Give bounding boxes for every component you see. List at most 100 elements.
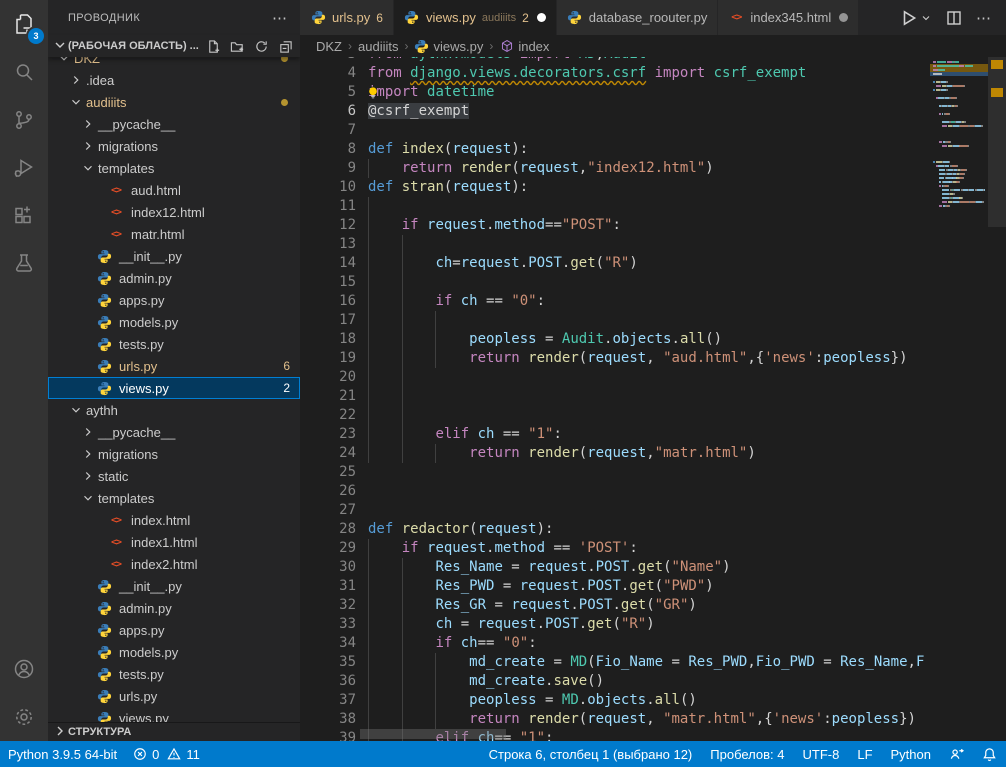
minimap[interactable] (930, 57, 988, 741)
tree-item-aud.html[interactable]: <>aud.html (48, 179, 300, 201)
tree-item-__init__.py[interactable]: __init__.py (48, 245, 300, 267)
tree-item-index1.html[interactable]: <>index1.html (48, 531, 300, 553)
tree-item-__init__.py[interactable]: __init__.py (48, 575, 300, 597)
new-file-icon[interactable] (204, 37, 222, 55)
tree-item-index2.html[interactable]: <>index2.html (48, 553, 300, 575)
tree-item-migrations[interactable]: migrations (48, 135, 300, 157)
code-line-20[interactable]: 20 (300, 368, 930, 387)
code-line-9[interactable]: 9 return render(request,"index12.html") (300, 159, 930, 178)
code-line-38[interactable]: 38 return render(request, "matr.html",{'… (300, 710, 930, 729)
code-line-29[interactable]: 29 if request.method == 'POST': (300, 539, 930, 558)
activity-settings-button[interactable] (0, 693, 48, 741)
tree-item-migrations[interactable]: migrations (48, 443, 300, 465)
tree-item-templates[interactable]: templates (48, 487, 300, 509)
tree-item-audiiits[interactable]: audiiits (48, 91, 300, 113)
tree-item-DKZ[interactable]: DKZ (48, 57, 300, 69)
code-line-37[interactable]: 37 peopless = MD.objects.all() (300, 691, 930, 710)
code-line-24[interactable]: 24 return render(request,"matr.html") (300, 444, 930, 463)
code-line-22[interactable]: 22 (300, 406, 930, 425)
code-line-30[interactable]: 30 Res_Name = request.POST.get("Name") (300, 558, 930, 577)
code-line-12[interactable]: 12 if request.method=="POST": (300, 216, 930, 235)
activity-search-button[interactable] (0, 48, 48, 96)
python-interpreter-indicator[interactable]: Python 3.9.5 64-bit (0, 741, 125, 767)
tree-item-models.py[interactable]: models.py (48, 311, 300, 333)
overview-ruler[interactable] (988, 57, 1006, 741)
code-line-35[interactable]: 35 md_create = MD(Fio_Name = Res_PWD,Fio… (300, 653, 930, 672)
run-python-file-button[interactable] (900, 9, 932, 27)
code-editor[interactable]: 3from aythh.models import MD,Audit4from … (300, 57, 930, 741)
tree-item-admin.py[interactable]: admin.py (48, 597, 300, 619)
code-line-4[interactable]: 4from django.views.decorators.csrf impor… (300, 64, 930, 83)
explorer-more-icon[interactable]: ⋯ (272, 9, 288, 27)
activity-run-debug-button[interactable] (0, 144, 48, 192)
code-line-10[interactable]: 10def stran(request): (300, 178, 930, 197)
code-line-26[interactable]: 26 (300, 482, 930, 501)
workspace-section-header[interactable]: (РАБОЧАЯ ОБЛАСТЬ) ... (48, 35, 300, 57)
tree-item-urls.py[interactable]: urls.py (48, 685, 300, 707)
tree-item-aythh[interactable]: aythh (48, 399, 300, 421)
activity-testing-button[interactable] (0, 240, 48, 288)
activity-extensions-button[interactable] (0, 192, 48, 240)
indentation-indicator[interactable]: Пробелов: 4 (701, 741, 793, 767)
cursor-position[interactable]: Строка 6, столбец 1 (выбрано 12) (480, 741, 702, 767)
tab-database_roouter.py[interactable]: database_roouter.py (557, 0, 719, 35)
tree-item-static[interactable]: static (48, 465, 300, 487)
breadcrumb-item-file[interactable]: views.py (433, 39, 483, 54)
code-line-21[interactable]: 21 (300, 387, 930, 406)
tree-item-apps.py[interactable]: apps.py (48, 619, 300, 641)
tree-item-urls.py[interactable]: urls.py6 (48, 355, 300, 377)
code-line-3[interactable]: 3from aythh.models import MD,Audit (300, 57, 930, 64)
code-line-32[interactable]: 32 Res_GR = request.POST.get("GR") (300, 596, 930, 615)
tree-item-tests.py[interactable]: tests.py (48, 663, 300, 685)
refresh-icon[interactable] (252, 37, 270, 55)
tree-item-index.html[interactable]: <>index.html (48, 509, 300, 531)
tab-views.py[interactable]: views.pyaudiiits2 (394, 0, 557, 35)
code-line-14[interactable]: 14 ch=request.POST.get("R") (300, 254, 930, 273)
tree-item-.idea[interactable]: .idea (48, 69, 300, 91)
encoding-indicator[interactable]: UTF-8 (794, 741, 849, 767)
code-line-15[interactable]: 15 (300, 273, 930, 292)
language-mode[interactable]: Python (882, 741, 940, 767)
code-line-33[interactable]: 33 ch = request.POST.get("R") (300, 615, 930, 634)
breadcrumb-item-folder[interactable]: audiiits (358, 39, 398, 54)
structure-section-header[interactable]: СТРУКТУРА (48, 722, 300, 741)
tab-index345.html[interactable]: <>index345.html (718, 0, 859, 35)
problems-indicator[interactable]: 0 11 (125, 741, 208, 767)
code-line-27[interactable]: 27 (300, 501, 930, 520)
tree-item-views.py[interactable]: views.py (48, 707, 300, 722)
vertical-scrollbar[interactable] (988, 57, 1006, 227)
tree-item-views.py[interactable]: views.py2 (48, 377, 300, 399)
collapse-all-icon[interactable] (276, 37, 294, 55)
code-line-11[interactable]: 11 (300, 197, 930, 216)
activity-source-control-button[interactable] (0, 96, 48, 144)
code-line-5[interactable]: 5import datetime (300, 83, 930, 102)
editor-more-actions-button[interactable]: ⋯ (976, 9, 992, 27)
code-line-23[interactable]: 23 elif ch == "1": (300, 425, 930, 444)
activity-explorer-button[interactable]: 3 (0, 0, 48, 48)
split-editor-button[interactable] (946, 10, 962, 26)
tree-item-__pycache__[interactable]: __pycache__ (48, 113, 300, 135)
eol-indicator[interactable]: LF (848, 741, 881, 767)
tree-item-matr.html[interactable]: <>matr.html (48, 223, 300, 245)
tree-item-index12.html[interactable]: <>index12.html (48, 201, 300, 223)
code-line-16[interactable]: 16 if ch == "0": (300, 292, 930, 311)
code-line-25[interactable]: 25 (300, 463, 930, 482)
new-folder-icon[interactable] (228, 37, 246, 55)
feedback-icon[interactable] (940, 741, 973, 767)
tab-urls.py[interactable]: urls.py6 (300, 0, 394, 35)
dirty-indicator-icon[interactable] (537, 13, 546, 22)
notifications-bell-icon[interactable] (973, 741, 1006, 767)
tree-item-apps.py[interactable]: apps.py (48, 289, 300, 311)
tree-item-templates[interactable]: templates (48, 157, 300, 179)
tree-item-admin.py[interactable]: admin.py (48, 267, 300, 289)
code-line-7[interactable]: 7 (300, 121, 930, 140)
horizontal-scrollbar[interactable] (360, 729, 506, 739)
code-line-6[interactable]: 6@csrf_exempt (300, 102, 930, 121)
code-line-13[interactable]: 13 (300, 235, 930, 254)
code-line-34[interactable]: 34 if ch== "0": (300, 634, 930, 653)
dirty-indicator-icon[interactable] (839, 13, 848, 22)
code-line-8[interactable]: 8def index(request): (300, 140, 930, 159)
tree-item-tests.py[interactable]: tests.py (48, 333, 300, 355)
code-line-31[interactable]: 31 Res_PWD = request.POST.get("PWD") (300, 577, 930, 596)
code-line-28[interactable]: 28def redactor(request): (300, 520, 930, 539)
